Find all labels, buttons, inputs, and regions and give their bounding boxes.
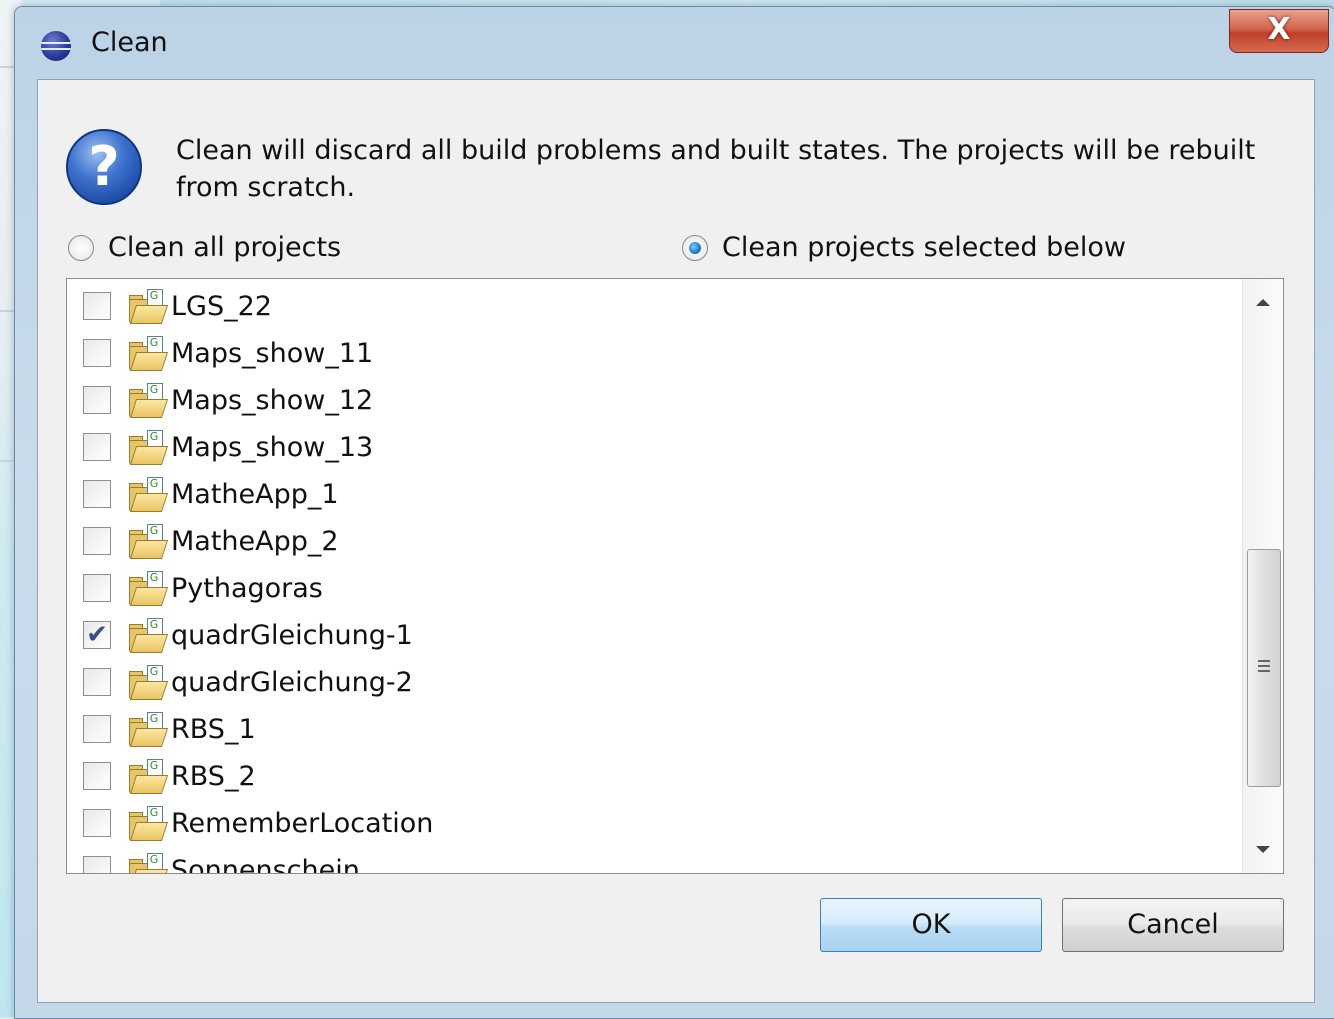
project-folder-icon: G <box>127 289 169 324</box>
project-folder-icon: G <box>127 759 169 794</box>
vertical-scrollbar[interactable] <box>1242 279 1283 873</box>
scroll-up-arrow-icon[interactable] <box>1256 299 1270 306</box>
project-list-item[interactable]: G LGS_22 <box>83 284 272 328</box>
project-folder-icon: G <box>127 336 169 371</box>
dialog-content: ? Clean will discard all build problems … <box>37 79 1315 1003</box>
project-name: Maps_show_12 <box>171 384 374 416</box>
project-list-item[interactable]: G Maps_show_11 <box>83 331 373 375</box>
dialog-message: Clean will discard all build problems an… <box>176 135 1256 203</box>
cancel-button[interactable]: Cancel <box>1062 898 1284 952</box>
project-folder-icon: G <box>127 853 169 873</box>
project-checkbox[interactable] <box>83 292 111 320</box>
project-name: MatheApp_1 <box>171 478 339 510</box>
project-name: LGS_22 <box>171 290 272 322</box>
project-folder-icon: G <box>127 712 169 747</box>
project-checkbox[interactable] <box>83 574 111 602</box>
project-checkbox[interactable] <box>83 386 111 414</box>
project-name: RBS_2 <box>171 760 256 792</box>
project-list-item[interactable]: G RBS_2 <box>83 754 256 798</box>
project-list[interactable]: G LGS_22 G Maps_show_11 G Maps_show_12 G Maps_s… <box>66 278 1284 874</box>
clean-selected-radio-option[interactable]: Clean projects selected below <box>682 232 1126 263</box>
project-checkbox[interactable] <box>83 809 111 837</box>
project-checkbox[interactable] <box>83 762 111 790</box>
project-checkbox[interactable] <box>83 527 111 555</box>
project-name: Maps_show_11 <box>171 337 374 369</box>
project-folder-icon: G <box>127 477 169 512</box>
project-checkbox[interactable] <box>83 856 111 873</box>
project-list-item[interactable]: G MatheApp_1 <box>83 472 339 516</box>
clean-selected-radio[interactable] <box>682 234 708 261</box>
grip-icon <box>1258 660 1270 672</box>
project-checkbox[interactable] <box>83 480 111 508</box>
project-checkbox[interactable]: ✔ <box>83 621 111 649</box>
project-folder-icon: G <box>127 571 169 606</box>
project-name: quadrGleichung-1 <box>171 619 413 651</box>
project-name: Pythagoras <box>171 572 323 604</box>
project-name: Maps_show_13 <box>171 431 374 463</box>
project-checkbox[interactable] <box>83 433 111 461</box>
project-name: MatheApp_2 <box>171 525 339 557</box>
scroll-thumb[interactable] <box>1247 549 1281 787</box>
project-list-item[interactable]: G Maps_show_13 <box>83 425 373 469</box>
project-name: quadrGleichung-2 <box>171 666 413 698</box>
ok-button[interactable]: OK <box>820 898 1042 952</box>
project-name: RBS_1 <box>171 713 256 745</box>
clean-all-radio-option[interactable]: Clean all projects <box>68 232 341 263</box>
clean-dialog: Clean X ? Clean will discard all build p… <box>14 6 1334 1019</box>
project-folder-icon: G <box>127 383 169 418</box>
project-folder-icon: G <box>127 665 169 700</box>
project-checkbox[interactable] <box>83 715 111 743</box>
project-folder-icon: G <box>127 806 169 841</box>
project-list-item[interactable]: ✔ GquadrGleichung-1 <box>83 613 413 657</box>
project-list-item[interactable]: GquadrGleichung-2 <box>83 660 413 704</box>
title-bar[interactable]: Clean X <box>15 7 1334 79</box>
question-icon: ? <box>66 129 142 205</box>
clean-selected-label: Clean projects selected below <box>722 232 1126 263</box>
project-list-item[interactable]: G RBS_1 <box>83 707 256 751</box>
project-folder-icon: G <box>127 618 169 653</box>
dialog-title: Clean <box>91 27 168 58</box>
scroll-down-arrow-icon[interactable] <box>1256 846 1270 853</box>
project-list-item[interactable]: G Pythagoras <box>83 566 323 610</box>
project-list-item[interactable]: G RememberLocation <box>83 801 433 845</box>
project-checkbox[interactable] <box>83 339 111 367</box>
close-button[interactable]: X <box>1229 9 1329 53</box>
project-folder-icon: G <box>127 524 169 559</box>
clean-all-label: Clean all projects <box>108 232 342 263</box>
clean-all-radio[interactable] <box>68 234 94 261</box>
project-folder-icon: G <box>127 430 169 465</box>
project-list-item[interactable]: G Sonnenschein <box>83 848 360 874</box>
project-name: Sonnenschein <box>171 854 360 874</box>
project-name: RememberLocation <box>171 807 434 839</box>
project-list-item[interactable]: G MatheApp_2 <box>83 519 339 563</box>
project-checkbox[interactable] <box>83 668 111 696</box>
eclipse-icon <box>41 31 71 61</box>
project-list-item[interactable]: G Maps_show_12 <box>83 378 373 422</box>
